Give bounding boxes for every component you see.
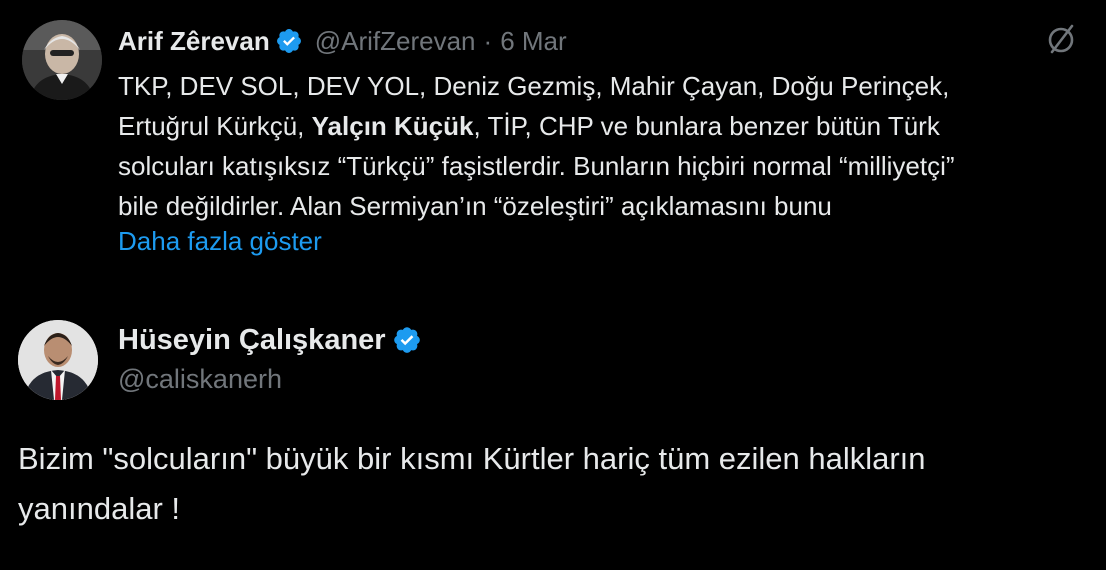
text-line: TKP, DEV SOL, DEV YOL, Deniz Gezmiş, Mah… — [118, 66, 1106, 106]
text-segment: Ertuğrul Kürkçü, — [118, 111, 312, 141]
quoted-tweet[interactable]: Arif Zêrevan @ArifZerevan · 6 Mar TKP, D… — [22, 14, 1106, 264]
text-segment: solcuları katışıksız “Türkçü” faşistlerd… — [118, 151, 955, 181]
text-segment: , TİP, CHP ve bunlara benzer bütün Türk — [473, 111, 940, 141]
quoted-tweet-header: Arif Zêrevan @ArifZerevan · 6 Mar — [118, 24, 567, 58]
text-line: Ertuğrul Kürkçü, Yalçın Küçük, TİP, CHP … — [118, 106, 1106, 146]
show-more-link[interactable]: Daha fazla göster — [118, 226, 322, 257]
verified-badge-icon[interactable] — [392, 325, 422, 355]
author-avatar[interactable] — [22, 20, 102, 100]
author-name-row: Hüseyin Çalışkaner — [118, 322, 422, 358]
author-handle[interactable]: @ArifZerevan — [315, 26, 476, 57]
text-line: yanındalar ! — [18, 491, 180, 526]
profile-photo-icon — [18, 320, 98, 400]
quoted-tweet-text: TKP, DEV SOL, DEV YOL, Deniz Gezmiş, Mah… — [118, 66, 1106, 226]
grok-icon[interactable] — [1044, 22, 1078, 56]
profile-photo-icon — [22, 20, 102, 100]
text-line: Bizim "solcuların" büyük bir kısmı Kürtl… — [18, 441, 926, 476]
author-name[interactable]: Arif Zêrevan — [118, 26, 270, 57]
author-avatar[interactable] — [18, 320, 98, 400]
bold-text-segment: Yalçın Küçük — [311, 111, 474, 141]
verified-badge-icon[interactable] — [275, 27, 303, 55]
tweet-text: Bizim "solcuların" büyük bir kısmı Kürtl… — [18, 434, 1098, 534]
separator-dot: · — [483, 25, 493, 56]
author-handle[interactable]: @caliskanerh — [118, 364, 282, 395]
text-line: solcuları katışıksız “Türkçü” faşistlerd… — [118, 146, 1106, 186]
author-name[interactable]: Hüseyin Çalışkaner — [118, 324, 386, 357]
text-segment: bile değildirler. Alan Sermiyan’ın “özel… — [118, 191, 832, 221]
tweet-date[interactable]: 6 Mar — [500, 26, 566, 57]
text-line: bile değildirler. Alan Sermiyan’ın “özel… — [118, 186, 1106, 226]
text-segment: TKP, DEV SOL, DEV YOL, Deniz Gezmiş, Mah… — [118, 71, 950, 101]
